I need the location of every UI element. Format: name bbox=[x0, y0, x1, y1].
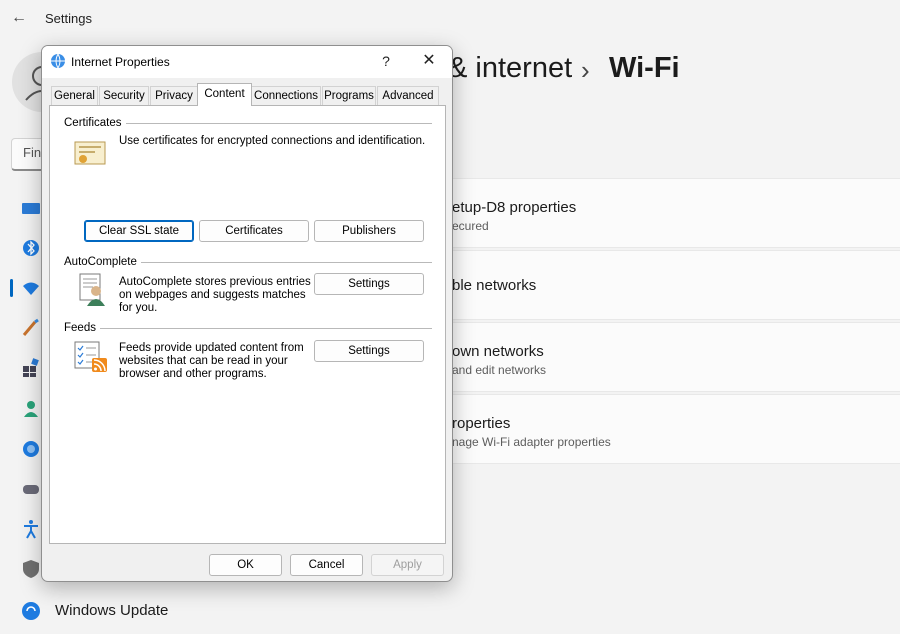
wifi-icon[interactable] bbox=[20, 277, 42, 299]
autocomplete-description-line: AutoComplete stores previous entries bbox=[119, 276, 311, 288]
personalization-brush-icon[interactable] bbox=[20, 317, 42, 339]
feeds-description-line: websites that can be read in your bbox=[119, 355, 288, 367]
card-subtitle: and edit networks bbox=[452, 363, 547, 377]
certificate-icon bbox=[74, 141, 106, 165]
tab-programs[interactable]: Programs bbox=[322, 86, 376, 105]
content-tab-panel: Certificates Use certificates for encryp… bbox=[49, 105, 446, 544]
feeds-settings-button[interactable]: Settings bbox=[314, 340, 424, 362]
ok-button[interactable]: OK bbox=[209, 554, 282, 576]
dialog-titlebar: Internet Properties ? ✕ bbox=[42, 46, 452, 78]
feeds-icon bbox=[74, 341, 107, 372]
hardware-properties-card[interactable]: roperties nage Wi-Fi adapter properties bbox=[442, 394, 900, 464]
card-subtitle: ecured bbox=[452, 219, 489, 233]
accounts-icon[interactable] bbox=[20, 398, 42, 420]
cancel-button[interactable]: Cancel bbox=[290, 554, 363, 576]
breadcrumb-separator: › bbox=[581, 55, 590, 85]
tab-content[interactable]: Content bbox=[197, 83, 252, 106]
available-networks-card[interactable]: ble networks bbox=[442, 250, 900, 320]
tab-connections[interactable]: Connections bbox=[251, 86, 321, 105]
network-properties-card[interactable]: etup-D8 properties ecured bbox=[442, 178, 900, 248]
certificates-group-label: Certificates bbox=[64, 117, 126, 129]
internet-globe-icon bbox=[51, 53, 65, 69]
selected-nav-indicator bbox=[10, 279, 13, 297]
tab-general[interactable]: General bbox=[51, 86, 98, 105]
card-title: etup-D8 properties bbox=[452, 199, 577, 216]
group-divider bbox=[134, 262, 432, 263]
gaming-icon[interactable] bbox=[20, 478, 42, 500]
privacy-shield-icon[interactable] bbox=[20, 558, 42, 580]
feeds-description-line: browser and other programs. bbox=[119, 368, 267, 380]
windows-update-icon[interactable] bbox=[20, 600, 42, 622]
autocomplete-description-line: on webpages and suggests matches bbox=[119, 289, 306, 301]
back-arrow-icon[interactable]: ← bbox=[10, 9, 28, 27]
system-display-icon[interactable] bbox=[20, 198, 42, 220]
publishers-button[interactable]: Publishers bbox=[314, 220, 424, 242]
autocomplete-group-label: AutoComplete bbox=[64, 256, 141, 268]
autocomplete-description-line: for you. bbox=[119, 302, 158, 314]
page-title: Wi-Fi bbox=[609, 52, 680, 84]
certificates-description: Use certificates for encrypted connectio… bbox=[119, 135, 426, 147]
tab-privacy[interactable]: Privacy bbox=[150, 86, 198, 105]
apps-icon[interactable] bbox=[20, 357, 42, 379]
card-title: ble networks bbox=[452, 277, 537, 294]
settings-titlebar: ← Settings bbox=[0, 0, 900, 38]
close-button[interactable]: ✕ bbox=[417, 51, 441, 71]
certificates-button[interactable]: Certificates bbox=[199, 220, 309, 242]
clear-ssl-state-button[interactable]: Clear SSL state bbox=[84, 220, 194, 242]
internet-properties-dialog: Internet Properties ? ✕ General Security… bbox=[41, 45, 453, 582]
sidebar-item-windows-update[interactable]: Windows Update bbox=[55, 602, 168, 619]
feeds-description-line: Feeds provide updated content from bbox=[119, 342, 304, 354]
settings-window-title: Settings bbox=[45, 11, 92, 26]
card-title: roperties bbox=[452, 415, 511, 432]
autocomplete-settings-button[interactable]: Settings bbox=[314, 273, 424, 295]
group-divider bbox=[120, 123, 432, 124]
autocomplete-icon bbox=[79, 273, 105, 306]
tab-security[interactable]: Security bbox=[99, 86, 149, 105]
card-subtitle: nage Wi-Fi adapter properties bbox=[452, 435, 611, 449]
apply-button[interactable]: Apply bbox=[371, 554, 444, 576]
breadcrumb-parent[interactable]: & internet bbox=[448, 52, 572, 85]
known-networks-card[interactable]: own networks and edit networks bbox=[442, 322, 900, 392]
tab-advanced[interactable]: Advanced bbox=[377, 86, 439, 105]
time-language-icon[interactable] bbox=[20, 438, 42, 460]
card-title: own networks bbox=[452, 343, 544, 360]
bluetooth-icon[interactable] bbox=[20, 237, 42, 259]
accessibility-icon[interactable] bbox=[20, 518, 42, 540]
group-divider bbox=[97, 328, 432, 329]
feeds-group-label: Feeds bbox=[64, 322, 100, 334]
help-button[interactable]: ? bbox=[376, 51, 396, 71]
dialog-title: Internet Properties bbox=[71, 55, 170, 69]
